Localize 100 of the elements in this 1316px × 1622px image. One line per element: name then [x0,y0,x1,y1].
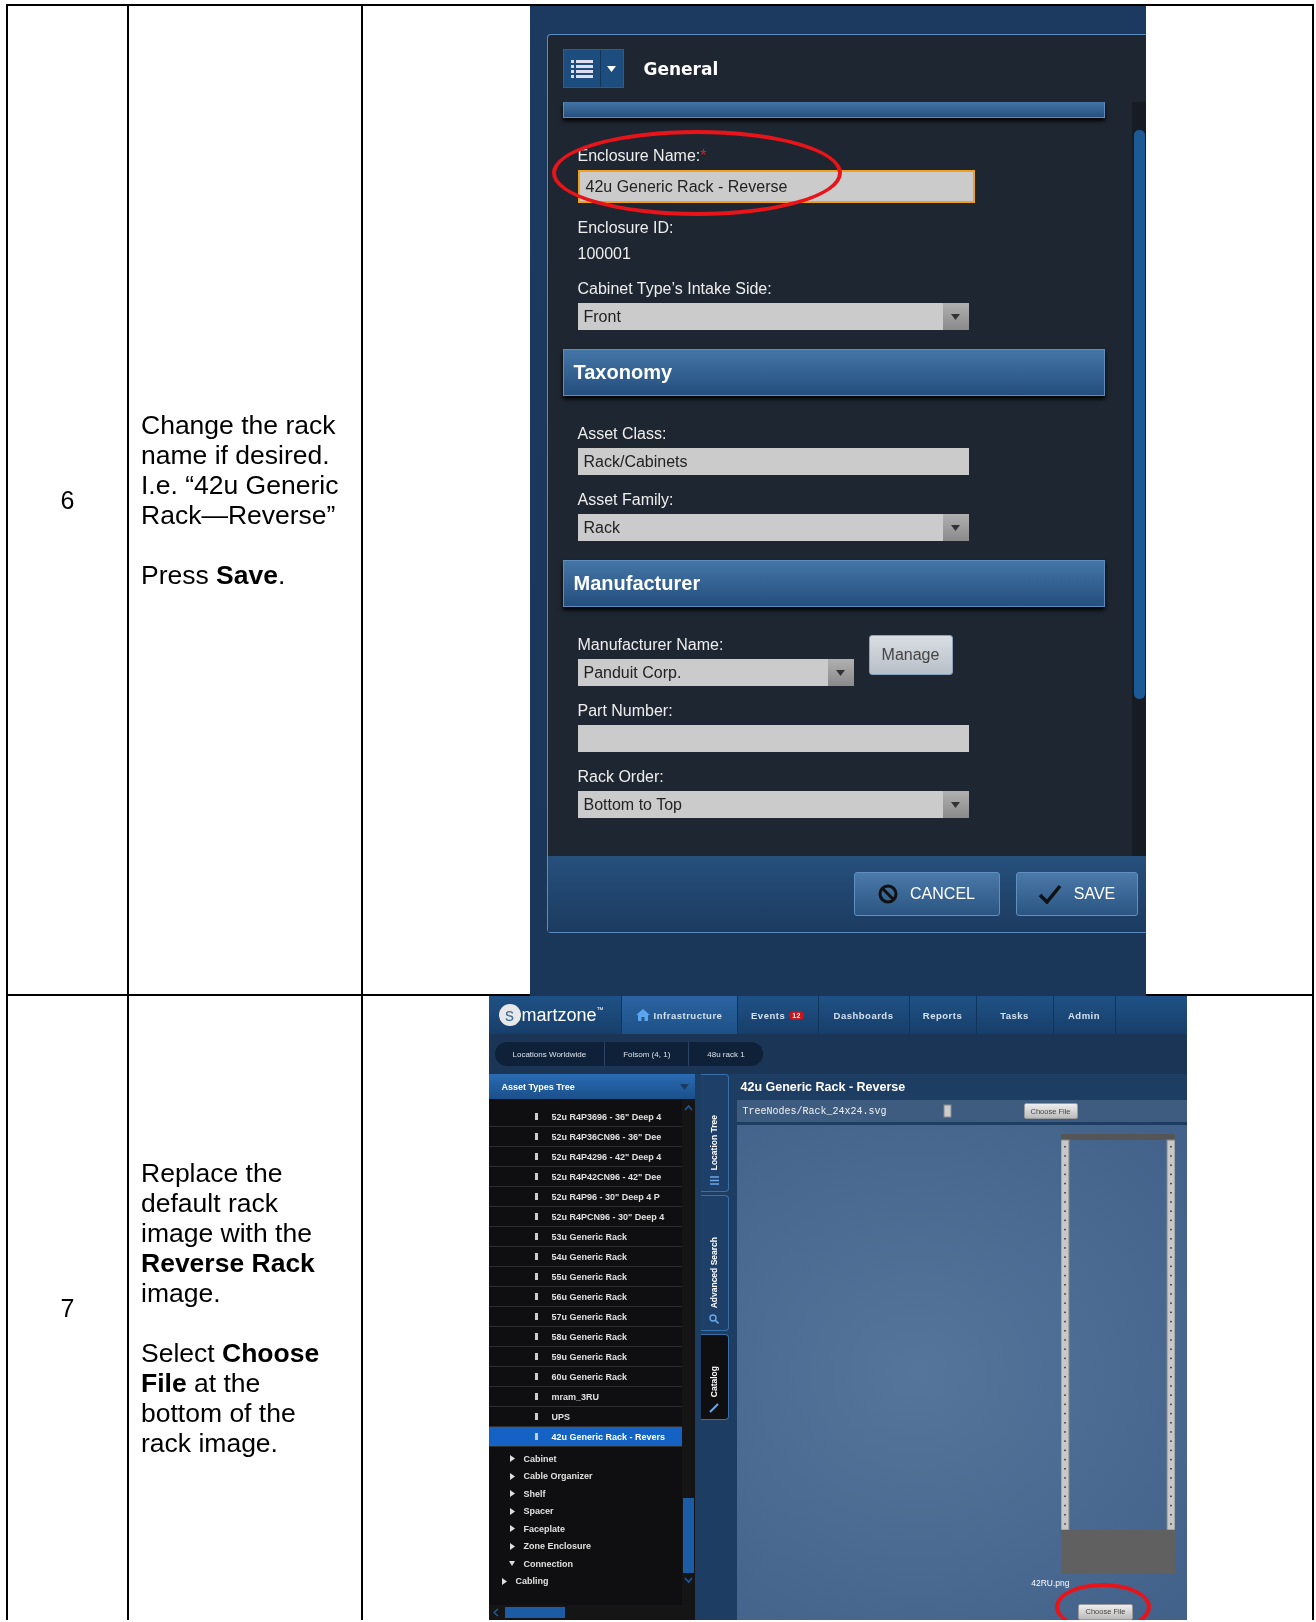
menu-button[interactable] [562,49,624,88]
field-label: Asset Family: [577,490,675,510]
caret-icon[interactable] [500,1577,507,1585]
tree-item[interactable]: 60u Generic Rack [488,1367,682,1387]
checkmark-icon [1037,884,1062,904]
detail-title: 42u Generic Rack - Reverse [739,1079,907,1096]
tree-item[interactable]: Zone Enclosure [488,1537,682,1555]
dropdown[interactable]: Bottom to Top [577,791,969,818]
tree-item[interactable]: 54u Generic Rack [488,1247,682,1267]
manage-button[interactable]: Manage [868,635,953,675]
bar-icon [534,1293,538,1300]
horizontal-scrollbar[interactable] [488,1605,695,1620]
dropdown[interactable]: Panduit Corp. [577,659,854,686]
text-field[interactable]: Rack/Cabinets [577,448,969,475]
scrollbar-thumb[interactable] [682,1498,694,1573]
tree-item[interactable]: 58u Generic Rack [488,1327,682,1347]
caret-icon[interactable] [508,1455,515,1463]
side-tab[interactable]: Advanced Search [700,1195,729,1331]
caret-icon[interactable] [508,1507,515,1515]
chevron-down-icon[interactable] [683,1577,693,1583]
cancel-button[interactable]: CANCEL [853,872,1000,916]
bar-icon [534,1193,538,1200]
bar-icon [534,1333,538,1340]
bar-icon [534,1213,538,1220]
bar-icon [534,1373,538,1380]
save-button[interactable]: SAVE [1015,872,1138,916]
field-label: Enclosure ID: [577,218,675,238]
caret-icon [951,524,960,531]
tree-item[interactable]: mram_3RU [488,1387,682,1407]
field-value: 100001 [577,244,632,264]
step-number: 7 [60,1293,75,1323]
tree-item[interactable]: 56u Generic Rack [488,1287,682,1307]
nav-tab[interactable]: Infrastructure [620,996,737,1034]
caret-icon [951,313,960,320]
chevron-up-icon[interactable] [683,1105,693,1111]
tree-item[interactable]: Faceplate [488,1520,682,1538]
field-label: Enclosure Name:* [577,146,708,166]
bar-icon [534,1393,538,1400]
bar-icon [534,1313,538,1320]
field-label: Cabinet Type’s Intake Side: [577,279,773,299]
bar-icon [534,1413,538,1420]
text-field[interactable]: 42u Generic Rack - Reverse [577,170,975,203]
caret-icon[interactable] [508,1525,515,1533]
tree-item[interactable]: Cabling [488,1572,682,1590]
tree-item[interactable]: 55u Generic Rack [488,1267,682,1287]
caret-icon[interactable] [508,1472,515,1480]
text-field[interactable] [577,725,969,752]
file-path: TreeNodes/Rack_24x24.svg [742,1105,888,1117]
caret-icon [951,801,960,808]
bar-icon [534,1273,538,1280]
scrollbar-thumb[interactable] [1133,130,1145,699]
scrollbar[interactable] [681,1099,695,1605]
tree-item[interactable]: Cabinet [488,1450,682,1468]
tree-item[interactable]: 52u R4PCN96 - 30" Deep 4 [488,1207,682,1227]
field-label: Manufacturer Name: [577,635,725,655]
field-label: Part Number: [577,701,674,721]
side-tab[interactable]: Catalog [700,1334,729,1420]
file-name: 42RU.png [1031,1578,1070,1588]
bar-icon [534,1173,538,1180]
list-icon [709,1176,719,1185]
instruction-text: Change the rack name if desired. I.e. “42u Generic Rack—Reverse” [141,410,340,530]
chevron-left-icon[interactable] [492,1608,499,1617]
tree-item[interactable]: 52u R4P36CN96 - 36" Dee [488,1127,682,1147]
scrollbar-thumb[interactable] [504,1607,565,1618]
breadcrumb-item[interactable]: Folsom (4, 1) [605,1042,690,1066]
file-icon [942,1104,952,1118]
tree-item[interactable]: 53u Generic Rack [488,1227,682,1247]
breadcrumb-item[interactable]: Locations Worldwide [494,1042,606,1066]
bar-icon [534,1433,538,1440]
tree-item[interactable]: 52u R4P96 - 30" Deep 4 P [488,1187,682,1207]
panel-title: General [643,58,719,79]
field-label: Rack Order: [577,767,665,787]
tree-item[interactable]: Spacer [488,1502,682,1520]
dropdown[interactable]: Front [577,303,969,330]
search-icon [709,1314,719,1324]
instruction-text: Press Save. [141,560,286,590]
tree-item[interactable]: 59u Generic Rack [488,1347,682,1367]
prohibited-icon [878,884,899,904]
dropdown[interactable]: Rack [577,514,969,541]
side-tab[interactable]: Location Tree [700,1074,729,1192]
pencil-icon [709,1403,719,1413]
caret-icon[interactable] [508,1560,515,1568]
bar-icon [534,1233,538,1240]
section-header: Manufacturer [562,560,1105,607]
tree-item[interactable]: Cable Organizer [488,1467,682,1485]
caret-icon[interactable] [508,1490,515,1498]
tree-item[interactable]: Shelf [488,1485,682,1503]
tree-item[interactable]: 42u Generic Rack - Revers [488,1427,682,1447]
bar-icon [534,1113,538,1120]
bar-icon [534,1133,538,1140]
tree-item[interactable]: 52u R4P42CN96 - 42" Dee [488,1167,682,1187]
tree-item[interactable]: 57u Generic Rack [488,1307,682,1327]
breadcrumb-item[interactable]: 48u rack 1 [689,1042,763,1066]
tree-item[interactable]: Connection [488,1555,682,1573]
tree-item[interactable]: 52u R4P4296 - 42" Deep 4 [488,1147,682,1167]
panel-title: Asset Types Tree [501,1081,575,1092]
scrollbar[interactable] [1131,102,1146,856]
tree-item[interactable]: 52u R4P3696 - 36" Deep 4 [488,1107,682,1127]
instruction-text: Select Choose File at the bottom of the rack image. [141,1338,321,1458]
caret-icon[interactable] [508,1542,515,1550]
